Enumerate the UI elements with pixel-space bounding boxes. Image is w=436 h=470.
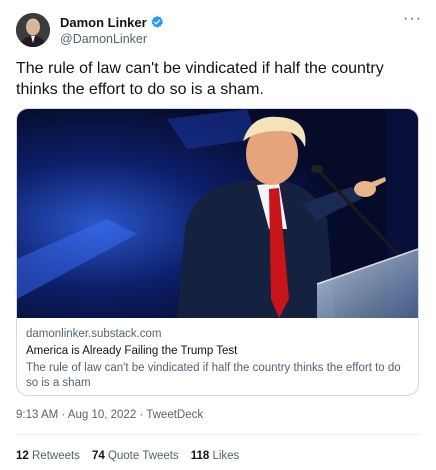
engagement-stats: 12 Retweets 74 Quote Tweets 118 Likes — [16, 450, 251, 462]
display-name[interactable]: Damon Linker — [60, 15, 147, 30]
more-options-icon[interactable]: ··· — [403, 11, 422, 27]
quote-tweets-stat[interactable]: 74 Quote Tweets — [92, 450, 179, 462]
likes-label: Likes — [212, 450, 240, 462]
user-handle[interactable]: @DamonLinker — [60, 32, 164, 46]
divider — [16, 434, 420, 435]
tweet-time[interactable]: 9:13 AM — [16, 409, 58, 421]
card-body: damonlinker.substack.com America is Alre… — [26, 327, 411, 391]
tweet-meta: 9:13 AM · Aug 10, 2022 · TweetDeck — [16, 409, 203, 421]
likes-stat[interactable]: 118 Likes — [191, 450, 240, 462]
card-image — [17, 109, 418, 318]
tweet-source[interactable]: TweetDeck — [146, 409, 203, 421]
retweets-stat[interactable]: 12 Retweets — [16, 450, 80, 462]
likes-count: 118 — [190, 450, 210, 462]
retweets-count: 12 — [16, 450, 29, 462]
card-domain: damonlinker.substack.com — [26, 328, 162, 340]
card-title: America is Already Failing the Trump Tes… — [26, 345, 238, 357]
card-description: The rule of law can't be vindicated if h… — [26, 362, 401, 389]
quote-tweets-count: 74 — [91, 450, 105, 462]
tweet-date[interactable]: Aug 10, 2022 — [68, 409, 136, 421]
tweet-text: The rule of law can't be vindicated if h… — [16, 60, 384, 98]
avatar[interactable] — [16, 13, 50, 47]
author-info: Damon Linker @DamonLinker — [60, 14, 164, 46]
tweet: Damon Linker @DamonLinker ··· The rule o… — [0, 0, 436, 470]
verified-badge-icon — [150, 15, 164, 29]
link-card[interactable]: damonlinker.substack.com America is Alre… — [16, 108, 419, 396]
avatar-image — [16, 13, 50, 47]
retweets-label: Retweets — [32, 450, 80, 462]
quote-tweets-label: Quote Tweets — [107, 450, 179, 462]
